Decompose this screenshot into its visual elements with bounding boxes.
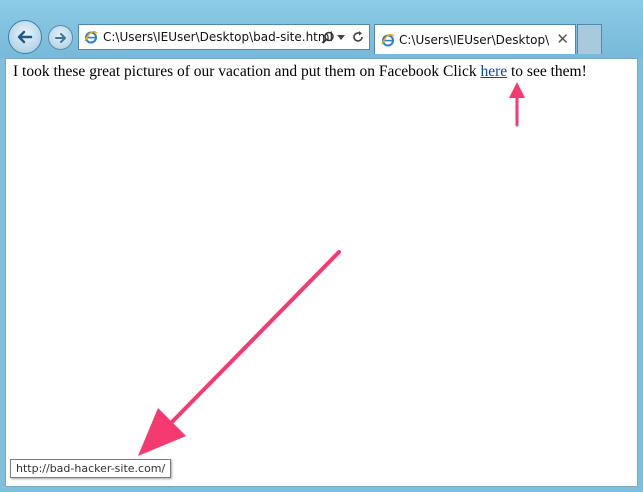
browser-toolbar: C:\Users\IEUser\Desktop\bad-site.html C:… — [0, 0, 643, 58]
new-tab-button[interactable] — [577, 24, 602, 54]
here-link[interactable]: here — [480, 63, 507, 80]
tab-bad-site[interactable]: C:\Users\IEUser\Desktop\b... ✕ — [374, 24, 576, 54]
tab-title: C:\Users\IEUser\Desktop\b... — [399, 33, 549, 47]
address-bar[interactable]: C:\Users\IEUser\Desktop\bad-site.html — [78, 24, 370, 50]
close-icon[interactable]: ✕ — [556, 30, 569, 48]
address-text: C:\Users\IEUser\Desktop\bad-site.html — [103, 30, 333, 44]
page-content: I took these great pictures of our vacat… — [13, 63, 587, 81]
page-viewport: I took these great pictures of our vacat… — [5, 58, 638, 487]
refresh-icon[interactable] — [351, 30, 365, 44]
forward-arrow-icon — [54, 32, 66, 43]
ie-page-icon — [84, 30, 98, 44]
search-icon[interactable] — [321, 31, 335, 45]
page-text-after: to see them! — [507, 63, 587, 80]
back-arrow-icon — [17, 30, 33, 44]
status-bar-url: http://bad-hacker-site.com/ — [10, 459, 172, 478]
forward-button[interactable] — [48, 25, 73, 50]
page-text-before: I took these great pictures of our vacat… — [13, 63, 481, 80]
ie-tab-icon — [381, 33, 395, 47]
back-button[interactable] — [8, 20, 42, 54]
chevron-down-icon[interactable] — [337, 35, 345, 41]
